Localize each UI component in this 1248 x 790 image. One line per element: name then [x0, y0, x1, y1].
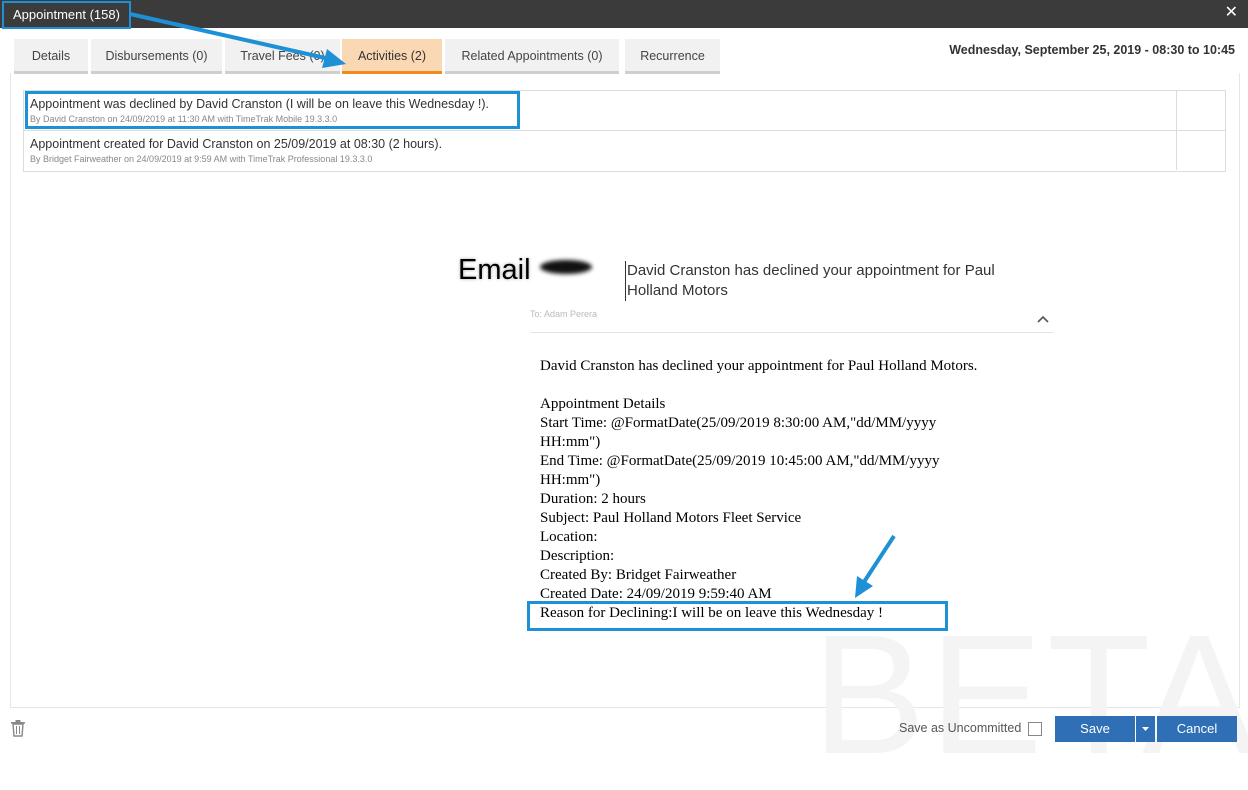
trash-icon[interactable] [10, 719, 26, 737]
save-uncommitted-checkbox[interactable] [1028, 722, 1042, 736]
save-options-dropdown[interactable] [1136, 716, 1155, 742]
caret-down-icon [1142, 727, 1149, 731]
cancel-button[interactable]: Cancel [1157, 716, 1237, 742]
arrow-head [322, 49, 346, 68]
annotation-arrows [129, 12, 896, 598]
save-button[interactable]: Save [1055, 716, 1135, 742]
save-uncommitted-label: Save as Uncommitted [899, 721, 1022, 735]
